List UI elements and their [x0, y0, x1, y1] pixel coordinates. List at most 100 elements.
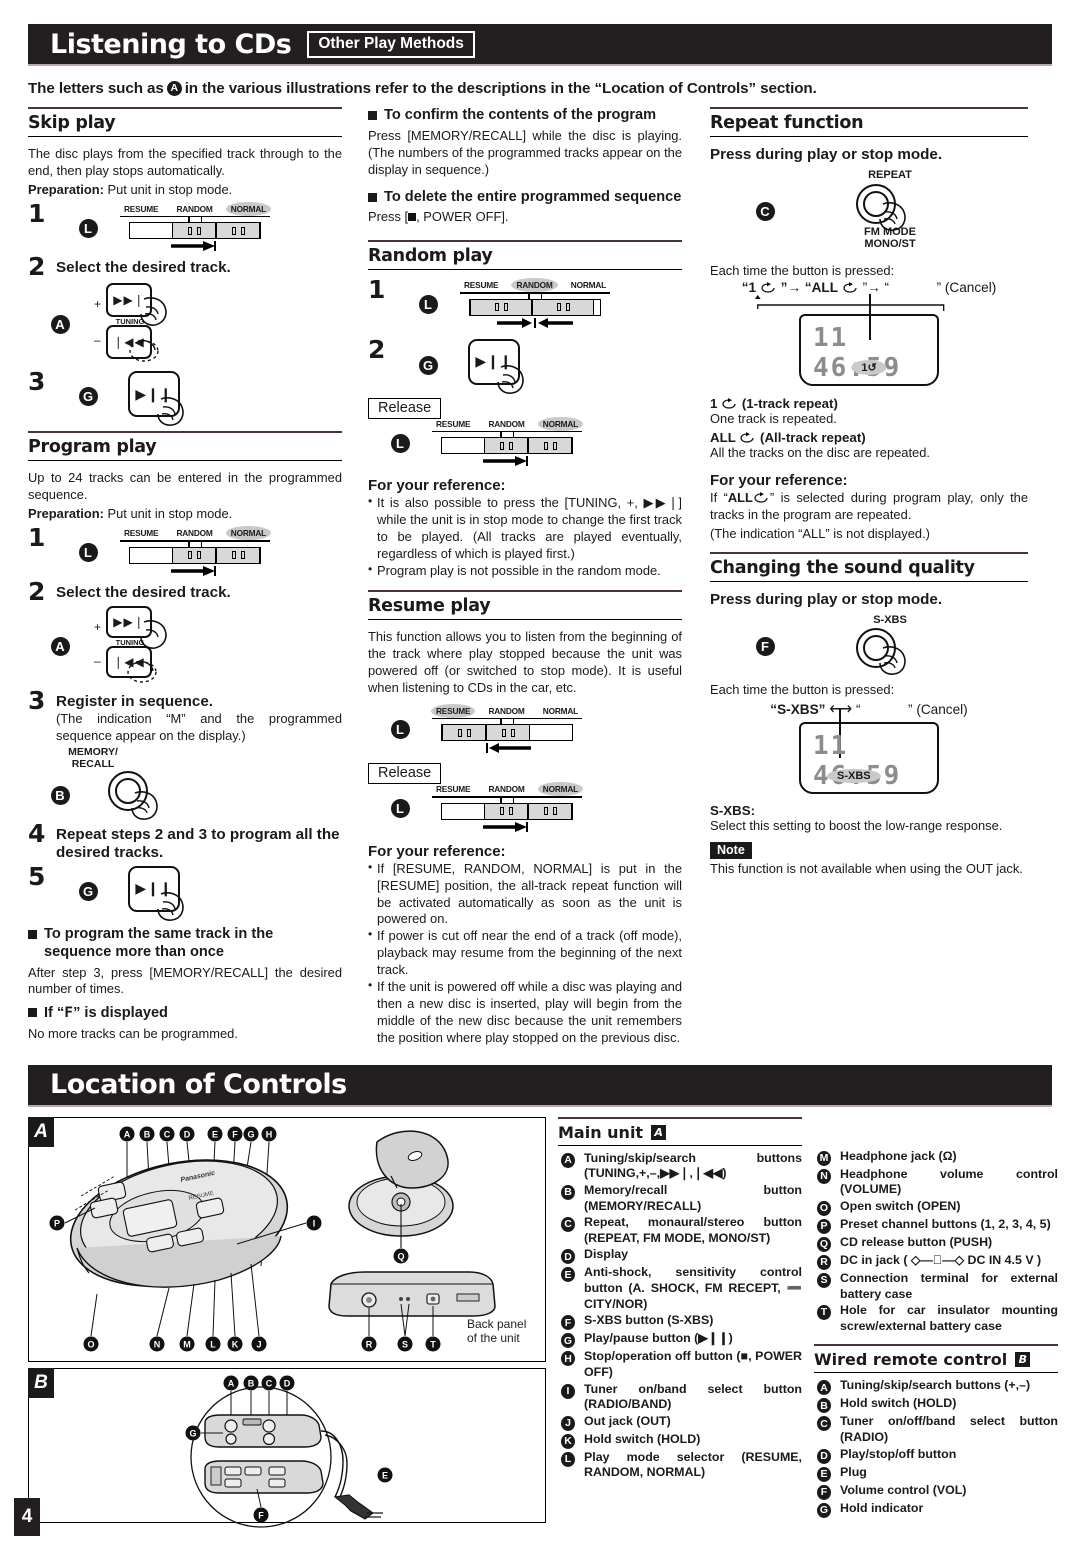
- skip-play-preparation: Preparation: Put unit in stop mode.: [28, 182, 342, 199]
- list-item: If [RESUME, RANDOM, NORMAL] is put in th…: [368, 860, 682, 929]
- list-item-label: Memory/recall button (MEMORY/RECALL): [584, 1182, 802, 1213]
- prep-text: Put unit in stop mode.: [107, 506, 233, 522]
- heading-wired-remote: Wired remote control B: [814, 1350, 1058, 1369]
- svg-text:S: S: [402, 1339, 408, 1349]
- switch-label-random: RANDOM: [176, 203, 213, 214]
- callout-badge-f: F: [817, 1484, 831, 1500]
- list-item: Q CD release button (PUSH): [814, 1235, 1058, 1252]
- repeat-for-your-reference-note: (The indication “ALL” is not displayed.): [710, 525, 930, 541]
- subheading-f-displayed: If “F” is displayed: [28, 1004, 342, 1023]
- skip-play-body: The disc plays from the specified track …: [28, 146, 342, 178]
- callout-badge-e: E: [561, 1267, 575, 1283]
- callout-badge-r: R: [817, 1254, 831, 1270]
- svg-text:B: B: [248, 1378, 255, 1388]
- svg-text:F: F: [232, 1129, 238, 1139]
- list-item: E Anti-shock, sensitivity control button …: [558, 1265, 802, 1312]
- list-item: P Preset channel buttons (1, 2, 3, 4, 5): [814, 1217, 1058, 1234]
- list-item: It is also possible to press the [TUNING…: [368, 494, 682, 563]
- switch-label-random: RANDOM: [488, 705, 525, 716]
- list-item-label: Tuner on/band select button (RADIO/BAND): [584, 1381, 802, 1412]
- svg-text:H: H: [266, 1129, 273, 1139]
- step-number: 1: [28, 523, 46, 553]
- svg-text:R: R: [366, 1339, 373, 1349]
- hand-pointer-icon: [140, 297, 167, 327]
- heading-resume-play: Resume play: [368, 595, 491, 616]
- list-item: If power is cut off near the end of a tr…: [368, 927, 682, 979]
- bullet-square-icon: [368, 111, 377, 120]
- program-step-5: 5 G ▶❙❙: [28, 864, 342, 921]
- panel-b-remote: B A B C D G E F: [28, 1367, 546, 1528]
- switch-direction-arrow-icon: [171, 565, 216, 576]
- subheading-confirm-program: To confirm the contents of the program: [368, 107, 682, 125]
- location-body: A A B C D E F G H Panasonic RESUME P I O…: [28, 1116, 1058, 1528]
- callout-badge-q: Q: [817, 1236, 831, 1252]
- callout-badge: G: [56, 881, 120, 901]
- callout-badge-b: B: [817, 1398, 831, 1414]
- list-item-label: Hold switch (HOLD): [840, 1396, 957, 1411]
- list-item-label: Tuning/skip/search buttons (TUNING,+,–,▶…: [584, 1150, 802, 1181]
- heading-program-play: Program play: [28, 437, 157, 458]
- plus-sign: +: [94, 619, 102, 634]
- callout-badge-k: K: [561, 1433, 575, 1449]
- hand-pointer-icon: [497, 364, 524, 394]
- divider: [814, 1344, 1058, 1347]
- list-item-label: Repeat, monaural/stereo button (REPEAT, …: [584, 1215, 802, 1245]
- panel-tag-b: B: [28, 1367, 54, 1398]
- main-unit-items-2: M Headphone jack (Ω) N Headphone volume con…: [814, 1149, 1058, 1335]
- divider: [368, 240, 682, 243]
- switch-label-normal: NORMAL: [537, 782, 584, 797]
- repeat-for-your-reference-body: If “ALL” is selected during program play…: [710, 489, 1028, 522]
- skip-step-3: 3 G ▶❙❙: [28, 369, 342, 427]
- main-unit-list-column-2: M Headphone jack (Ω) N Headphone volume con…: [814, 1117, 1058, 1523]
- repeat-arrow-icon: [754, 491, 768, 503]
- list-item-label: Plug: [840, 1464, 867, 1479]
- list-item-label: Open switch (OPEN): [840, 1198, 961, 1213]
- manual-page: Listening to CDs Other Play Methods The …: [0, 24, 1080, 1550]
- svg-text:N: N: [154, 1339, 161, 1349]
- repeat-mode-1: 1 (1-track repeat): [710, 396, 838, 411]
- list-item: S Connection terminal for external batter…: [814, 1271, 1058, 1302]
- svg-text:M: M: [183, 1339, 191, 1349]
- divider: [710, 580, 1028, 582]
- divider: [558, 1144, 802, 1146]
- list-item-label: Anti-shock, sensitivity control button (…: [584, 1265, 802, 1311]
- callout-badge-h: H: [561, 1351, 575, 1367]
- list-item: G Play/pause button (▶❙❙): [558, 1331, 802, 1349]
- switch-label-resume: RESUME: [436, 418, 471, 429]
- callout-badge: L: [56, 542, 120, 562]
- subheading-delete-sequence: To delete the entire programmed sequence: [368, 189, 682, 207]
- callout-badge-s: S: [817, 1272, 831, 1288]
- list-item-label: Hole for car insulator mounting screw/ex…: [840, 1303, 1058, 1333]
- program-step-3: 3 Register in sequence. (The indication …: [28, 688, 342, 745]
- banner-title: Location of Controls: [50, 1069, 347, 1101]
- cycle-4: ” (Cancel): [936, 280, 997, 295]
- program-play-preparation: Preparation: Put unit in stop mode.: [28, 506, 342, 523]
- panel-a-main-unit: A A B C D E F G H Panasonic RESUME P I O…: [28, 1116, 546, 1362]
- list-item: K Hold switch (HOLD): [558, 1432, 802, 1449]
- skip-step-2-illustration: A + ▶▶❘ TUNING – ❘◀◀: [28, 281, 342, 367]
- program-step-1: 1 L RESUME RANDOM NORMAL: [28, 523, 342, 577]
- list-item-label: Play mode selector (RESUME, RANDOM, NORM…: [584, 1449, 802, 1480]
- switch-label-resume: RESUME: [436, 784, 471, 795]
- note-text: This function is not available when usin…: [710, 861, 1023, 877]
- switch-label-normal: NORMAL: [570, 280, 606, 291]
- back-panel-caption-2: of the unit: [467, 1331, 520, 1345]
- hand-pointer-icon: [879, 201, 906, 231]
- play-mode-switch-graphic: RESUME RANDOM NORMAL: [120, 526, 272, 577]
- subheading-program-same-track: To program the same track in the sequenc…: [28, 926, 342, 962]
- cycle-loop-arrow-icon: [754, 295, 945, 311]
- svg-text:I: I: [313, 1218, 316, 1228]
- sxbs-button-label: S-XBS: [873, 613, 907, 626]
- panel-tag-a: A: [28, 1116, 54, 1147]
- list-item: A Tuning/skip/search buttons (TUNING,+,–,…: [558, 1151, 802, 1182]
- minus-sign: –: [94, 653, 101, 668]
- f-displayed-body: No more tracks can be programmed.: [28, 1026, 238, 1042]
- list-item-label: Volume control (VOL): [840, 1482, 967, 1497]
- skip-step-2: 2 Select the desired track.: [28, 254, 342, 279]
- repeat-arrow-icon: [740, 431, 754, 443]
- list-item-label: Headphone jack (Ω): [840, 1148, 957, 1163]
- intro-before: The letters such as: [28, 80, 164, 97]
- list-item: N Headphone volume control (VOLUME): [814, 1167, 1058, 1198]
- memory-recall-label-line1: MEMORY/: [68, 746, 118, 759]
- callout-badge: A: [28, 636, 92, 656]
